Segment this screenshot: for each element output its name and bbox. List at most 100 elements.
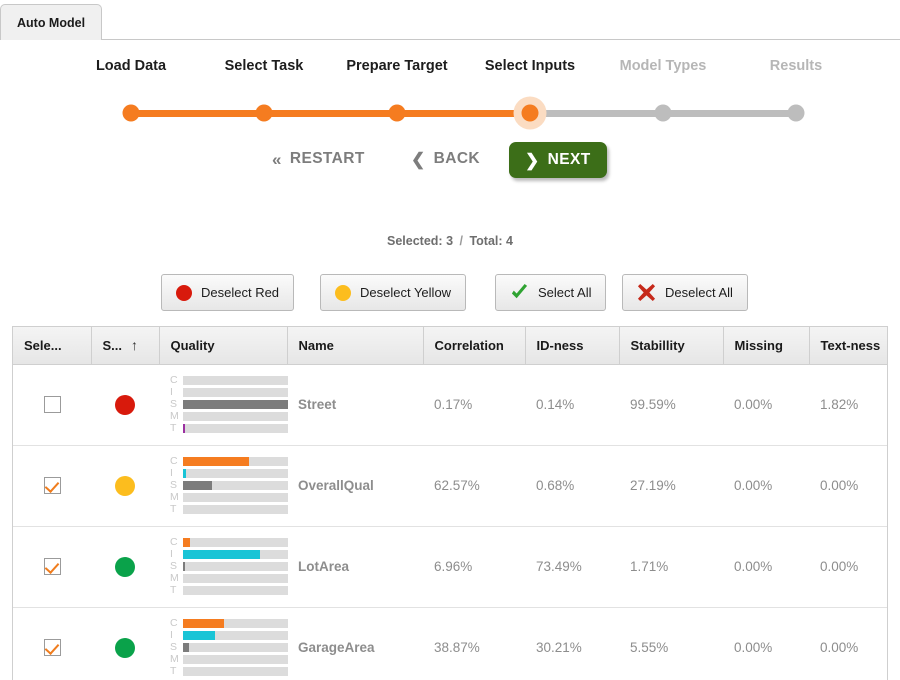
quality-bar-track bbox=[183, 481, 288, 490]
stepper-dot-prepare-target[interactable] bbox=[388, 104, 406, 122]
cell-correlation: 38.87% bbox=[423, 607, 525, 680]
double-chevron-left-icon: « bbox=[272, 149, 282, 169]
total-label: Total: bbox=[469, 234, 503, 248]
next-button[interactable]: ❯ NEXT bbox=[509, 142, 607, 178]
column-header-label: Missing bbox=[734, 337, 783, 353]
column-header-stability[interactable]: Stabillity bbox=[619, 327, 724, 365]
cell-stability: 5.55% bbox=[619, 607, 723, 680]
quality-bar-fill bbox=[183, 550, 261, 559]
deselect-all-button[interactable]: Deselect All bbox=[622, 274, 748, 311]
cell-idness: 30.21% bbox=[525, 607, 619, 680]
deselect-red-button[interactable]: Deselect Red bbox=[161, 274, 295, 311]
stepper-label-load-data[interactable]: Load Data bbox=[96, 58, 166, 74]
restart-button[interactable]: « RESTART bbox=[272, 142, 365, 176]
column-header-textness[interactable]: Text-ness bbox=[809, 327, 887, 365]
column-header-label: Correlation bbox=[434, 337, 504, 353]
column-header-missing[interactable]: Missing bbox=[723, 327, 810, 365]
column-header-status[interactable]: S... ↑ bbox=[91, 327, 160, 365]
table-row[interactable]: C I S M T Street 0.17% 0.14% 99.59% 0.00% 1.82% bbox=[13, 364, 887, 446]
table-header: Sele... S... ↑ Quality Name Correlation ID-nes… bbox=[13, 327, 887, 365]
cell-missing: 0.00% bbox=[723, 445, 809, 527]
checkbox-checked[interactable] bbox=[43, 558, 61, 575]
stepper-dot-load-data[interactable] bbox=[122, 104, 140, 122]
checkbox-checked[interactable] bbox=[43, 477, 61, 494]
quality-bar-I: I bbox=[170, 630, 288, 640]
cell-quality: CISMT bbox=[159, 364, 288, 446]
tab-auto-model[interactable]: Auto Model bbox=[0, 4, 103, 40]
column-header-select[interactable]: Sele... bbox=[13, 327, 92, 365]
quality-bar-T: T bbox=[170, 504, 288, 514]
cell-stability: 1.71% bbox=[619, 526, 723, 608]
cell-name: OverallQual bbox=[287, 445, 423, 527]
table-row[interactable]: C I S M T OverallQual 62.57% 0.68% 27.19% 0.00% 0.… bbox=[13, 445, 887, 527]
quality-bar-track bbox=[183, 457, 288, 466]
quality-bar-fill bbox=[183, 457, 249, 466]
cell-idness: 73.49% bbox=[525, 526, 619, 608]
column-header-quality[interactable]: Quality bbox=[159, 327, 288, 365]
stepper-dot-results[interactable] bbox=[787, 104, 805, 122]
quality-bar-track bbox=[183, 388, 288, 397]
stepper-dot-model-types[interactable] bbox=[654, 104, 672, 122]
table-row[interactable]: C I S M T LotArea 6.96% 73.49% 1.71% 0.00% 0.00% bbox=[13, 526, 887, 608]
wizard-stepper: Load Data Select Task Prepare Target Select… bbox=[0, 58, 900, 130]
cell-textness: 1.82% bbox=[809, 364, 887, 446]
cell-status bbox=[91, 445, 159, 527]
quality-bar-C: C bbox=[170, 374, 288, 386]
column-header-label: S... bbox=[102, 337, 123, 353]
quality-bar-label-S: S bbox=[170, 560, 178, 572]
selected-count: 3 bbox=[446, 234, 454, 248]
cell-status bbox=[91, 526, 159, 608]
checkbox-unchecked[interactable] bbox=[43, 396, 61, 413]
quality-bar-fill bbox=[183, 562, 185, 571]
quality-bar-label-M: M bbox=[170, 410, 179, 422]
quality-bar-C: C bbox=[170, 456, 288, 466]
column-header-idness[interactable]: ID-ness bbox=[525, 327, 620, 365]
quality-bar-track bbox=[183, 562, 288, 571]
quality-bar-track bbox=[183, 667, 288, 676]
attributes-table: Sele... S... ↑ Quality Name Correlation ID-nes… bbox=[13, 327, 887, 680]
quality-bar-M: M bbox=[170, 654, 288, 664]
toolbar-button-label: Deselect Yellow bbox=[360, 285, 452, 300]
green-check-icon bbox=[511, 283, 528, 299]
restart-label: RESTART bbox=[289, 150, 365, 167]
quality-bar-track bbox=[183, 619, 288, 628]
stepper-connector bbox=[397, 110, 530, 117]
table-row[interactable]: C I S M T GarageArea 38.87% 30.21% 5.55% 0.00% 0.0… bbox=[13, 607, 887, 680]
cell-quality: CISMT bbox=[159, 526, 288, 608]
quality-bar-track bbox=[183, 424, 288, 433]
quality-bar-track bbox=[183, 586, 288, 595]
column-header-name[interactable]: Name bbox=[287, 327, 424, 365]
cell-idness: 0.14% bbox=[525, 364, 619, 446]
tab-label: Auto Model bbox=[17, 15, 86, 30]
checkbox-checked[interactable] bbox=[43, 639, 61, 656]
stepper-dot-select-inputs[interactable] bbox=[521, 104, 539, 122]
quality-bar-label-C: C bbox=[170, 374, 178, 386]
stepper-dot-select-task[interactable] bbox=[255, 104, 273, 122]
toolbar-button-label: Select All bbox=[538, 285, 592, 300]
column-header-correlation[interactable]: Correlation bbox=[423, 327, 526, 365]
stepper-label-select-inputs[interactable]: Select Inputs bbox=[485, 58, 575, 74]
stepper-label-results[interactable]: Results bbox=[770, 58, 822, 74]
back-label: BACK bbox=[433, 150, 481, 167]
deselect-yellow-button[interactable]: Deselect Yellow bbox=[320, 274, 467, 311]
quality-bar-T: T bbox=[170, 423, 288, 433]
back-button[interactable]: ❮ BACK bbox=[411, 142, 480, 176]
quality-bar-I: I bbox=[170, 549, 288, 559]
red-circle-icon bbox=[176, 284, 192, 301]
stepper-label-prepare-target[interactable]: Prepare Target bbox=[346, 58, 447, 74]
select-all-button[interactable]: Select All bbox=[495, 274, 607, 311]
chevron-left-icon: ❮ bbox=[411, 149, 426, 169]
toolbar-button-label: Deselect Red bbox=[201, 285, 280, 300]
quality-bar-C: C bbox=[170, 537, 288, 547]
cell-missing: 0.00% bbox=[723, 607, 809, 680]
cell-correlation: 0.17% bbox=[423, 364, 525, 446]
stepper-connector bbox=[663, 110, 796, 117]
quality-bar-fill bbox=[183, 469, 186, 478]
quality-bar-M: M bbox=[170, 573, 288, 583]
sort-ascending-arrow-icon: ↑ bbox=[131, 337, 139, 354]
stepper-connector bbox=[530, 110, 663, 117]
stepper-label-select-task[interactable]: Select Task bbox=[225, 58, 304, 74]
stepper-label-model-types[interactable]: Model Types bbox=[620, 58, 707, 74]
quality-bar-fill bbox=[183, 400, 288, 409]
quality-bar-S: S bbox=[170, 399, 288, 409]
